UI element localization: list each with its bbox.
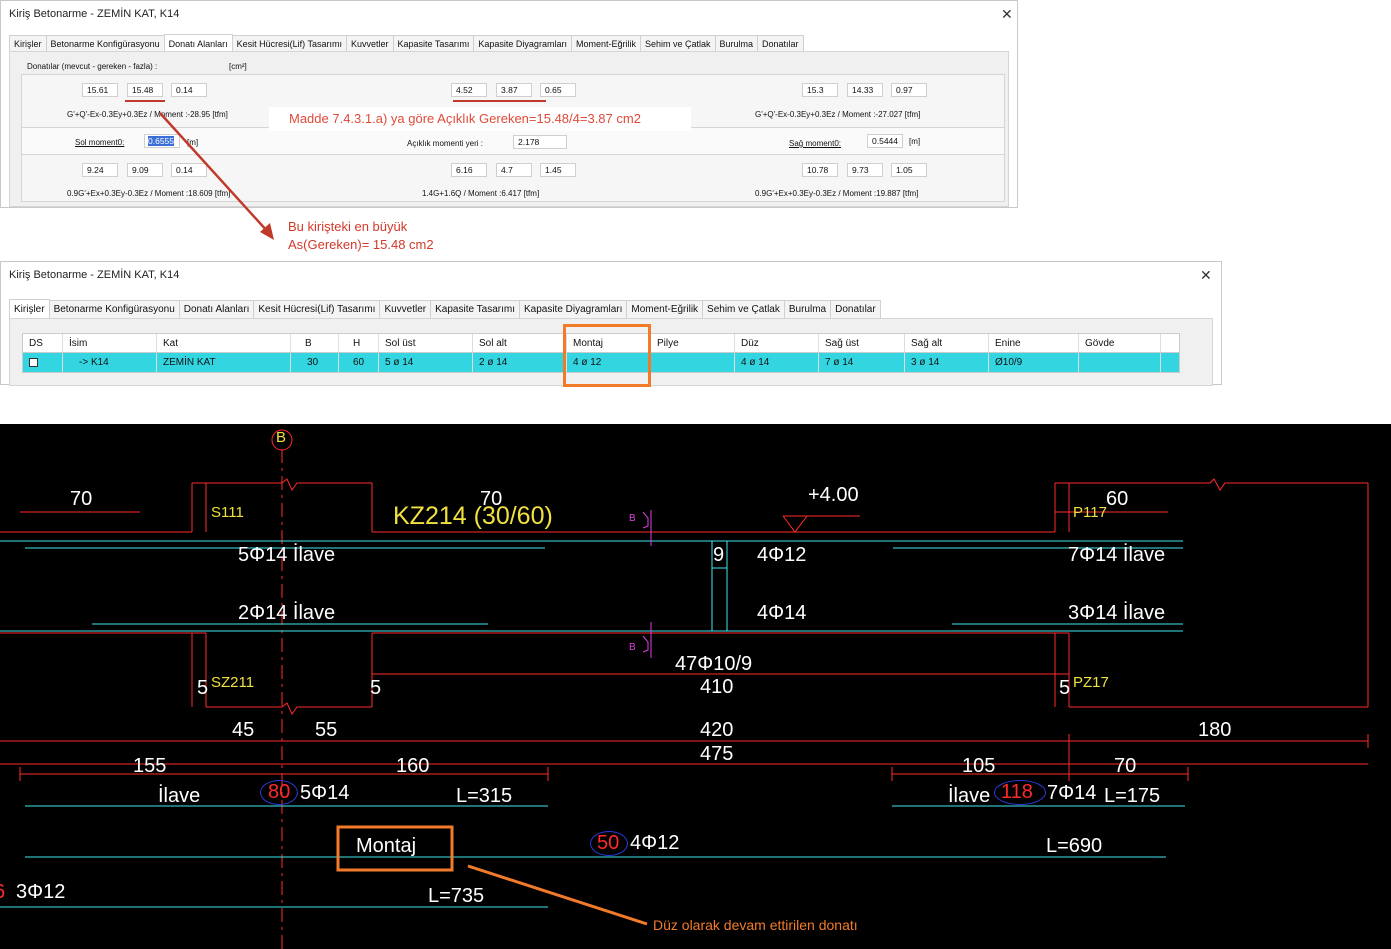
ilave-label-right: İlave	[948, 785, 991, 807]
montaj-label: Montaj	[356, 835, 417, 857]
col-enine[interactable]: Enine	[989, 334, 1079, 352]
bar-118: 7Φ14	[1047, 782, 1097, 804]
dim-410: 410	[700, 676, 734, 698]
beam-linework	[0, 429, 1369, 949]
tab-betonarme-konfig[interactable]: Betonarme Konfigürasyonu	[48, 300, 180, 318]
dim-5-mid: 5	[370, 677, 382, 699]
label-9: 9	[713, 544, 725, 566]
dim-475: 475	[700, 743, 734, 765]
bar-50: 4Φ12	[630, 832, 680, 854]
bar-80: 5Φ14	[300, 782, 350, 804]
col-duz[interactable]: Düz	[735, 334, 819, 352]
col-kat[interactable]: Kat	[157, 334, 291, 352]
beam-name: KZ214 (30/60)	[393, 502, 553, 530]
tab-moment-egrilik[interactable]: Moment-Eğrilik	[626, 300, 704, 318]
tab-kesit-hucresi[interactable]: Kesit Hücresi(Lif) Tasarımı	[253, 300, 381, 318]
bar-bottom-right: 3Φ14 İlave	[1068, 602, 1166, 624]
cell-b: 30	[291, 353, 339, 372]
tab-kuvvetler[interactable]: Kuvvetler	[379, 300, 432, 318]
dim-180: 180	[1198, 719, 1232, 741]
level-label: +4.00	[808, 484, 859, 506]
window-title: Kiriş Betonarme - ZEMİN KAT, K14	[9, 269, 180, 281]
dim-60: 60	[1106, 488, 1129, 510]
cell-h: 60	[339, 353, 379, 372]
dim-45: 45	[232, 719, 255, 741]
length-175: L=175	[1104, 785, 1161, 807]
bar-6: 3Φ12	[16, 881, 66, 903]
tab-kirisler[interactable]: Kirişler	[9, 299, 50, 318]
position-6: 6	[0, 881, 5, 904]
bar-bottom-left: 2Φ14 İlave	[238, 602, 336, 624]
length-690: L=690	[1046, 835, 1103, 857]
close-button[interactable]: ✕	[1200, 267, 1212, 284]
checkbox[interactable]	[29, 357, 38, 367]
cell-sol-alt: 2 ø 14	[473, 353, 567, 372]
cell-sag-alt: 3 ø 14	[905, 353, 989, 372]
dim-70-left: 70	[70, 488, 93, 510]
montaj-highlight-box	[563, 324, 651, 387]
col-sag-ust[interactable]: Sağ üst	[819, 334, 905, 352]
cell-pilye	[651, 353, 735, 372]
cell-isim: -> K14	[63, 353, 157, 372]
axis-label-b: B	[276, 429, 287, 446]
col-pilye[interactable]: Pilye	[651, 334, 735, 352]
position-80: 80	[268, 781, 291, 803]
col-sol-alt[interactable]: Sol alt	[473, 334, 567, 352]
column-pz17: PZ17	[1073, 674, 1109, 691]
ds-cell[interactable]	[23, 353, 63, 372]
col-ds[interactable]: DS	[23, 334, 63, 352]
col-govde[interactable]: Gövde	[1079, 334, 1161, 352]
col-isim[interactable]: İsim	[63, 334, 157, 352]
dim-105: 105	[962, 755, 996, 777]
col-h[interactable]: H	[339, 334, 379, 352]
position-50: 50	[597, 832, 620, 854]
tab-donati-alanlari[interactable]: Donatı Alanları	[178, 300, 255, 318]
bar-top-right: 7Φ14 İlave	[1068, 544, 1166, 566]
duz-annotation: Düz olarak devam ettirilen donatı	[653, 917, 858, 933]
dim-5-left: 5	[197, 677, 209, 699]
cell-kat: ZEMİN KAT	[157, 353, 291, 372]
bar-montaj: 4Φ12	[757, 544, 807, 566]
tab-bar: Kirişler Betonarme Konfigürasyonu Donatı…	[9, 299, 881, 318]
annotation-line2: As(Gereken)= 15.48 cm2	[288, 237, 434, 252]
col-sol-ust[interactable]: Sol üst	[379, 334, 473, 352]
dim-55: 55	[315, 719, 338, 741]
dim-5-right: 5	[1059, 677, 1071, 699]
tab-donatilar[interactable]: Donatılar	[830, 300, 881, 318]
cell-govde	[1079, 353, 1161, 372]
cad-beam-drawing[interactable]: B 70 70 60 S111 P117 KZ214 (30/60) +4.00…	[0, 424, 1391, 949]
section-mark-bottom: B	[629, 642, 636, 653]
dim-420: 420	[700, 719, 734, 741]
cell-sag-ust: 7 ø 14	[819, 353, 905, 372]
ilave-label-left: İlave	[158, 785, 201, 807]
column-p117: P117	[1073, 504, 1107, 521]
tab-kapasite-diyagramlari[interactable]: Kapasite Diyagramları	[518, 300, 628, 318]
column-s111: S111	[211, 504, 244, 521]
col-b[interactable]: B	[291, 334, 339, 352]
length-315: L=315	[456, 785, 513, 807]
length-735: L=735	[428, 885, 485, 907]
bar-top-left: 5Φ14 İlave	[238, 544, 336, 566]
col-sag-alt[interactable]: Sağ alt	[905, 334, 989, 352]
tab-kapasite-tasarimi[interactable]: Kapasite Tasarımı	[430, 300, 520, 318]
bar-duz: 4Φ14	[757, 602, 807, 624]
cell-duz: 4 ø 14	[735, 353, 819, 372]
dim-70-right: 70	[1114, 755, 1137, 777]
cell-enine: Ø10/9	[989, 353, 1079, 372]
tab-sehim-catlak[interactable]: Sehim ve Çatlak	[702, 300, 785, 318]
tab-burulma[interactable]: Burulma	[783, 300, 832, 318]
dim-160: 160	[396, 755, 430, 777]
dim-155: 155	[133, 755, 167, 777]
stirrup-label: 47Φ10/9	[675, 653, 753, 675]
column-sz211: SZ211	[211, 674, 255, 691]
annotation-line1: Bu kirişteki en büyük	[288, 219, 408, 234]
position-118: 118	[1001, 781, 1033, 803]
section-mark-top: B	[629, 513, 636, 524]
cell-sol-ust: 5 ø 14	[379, 353, 473, 372]
